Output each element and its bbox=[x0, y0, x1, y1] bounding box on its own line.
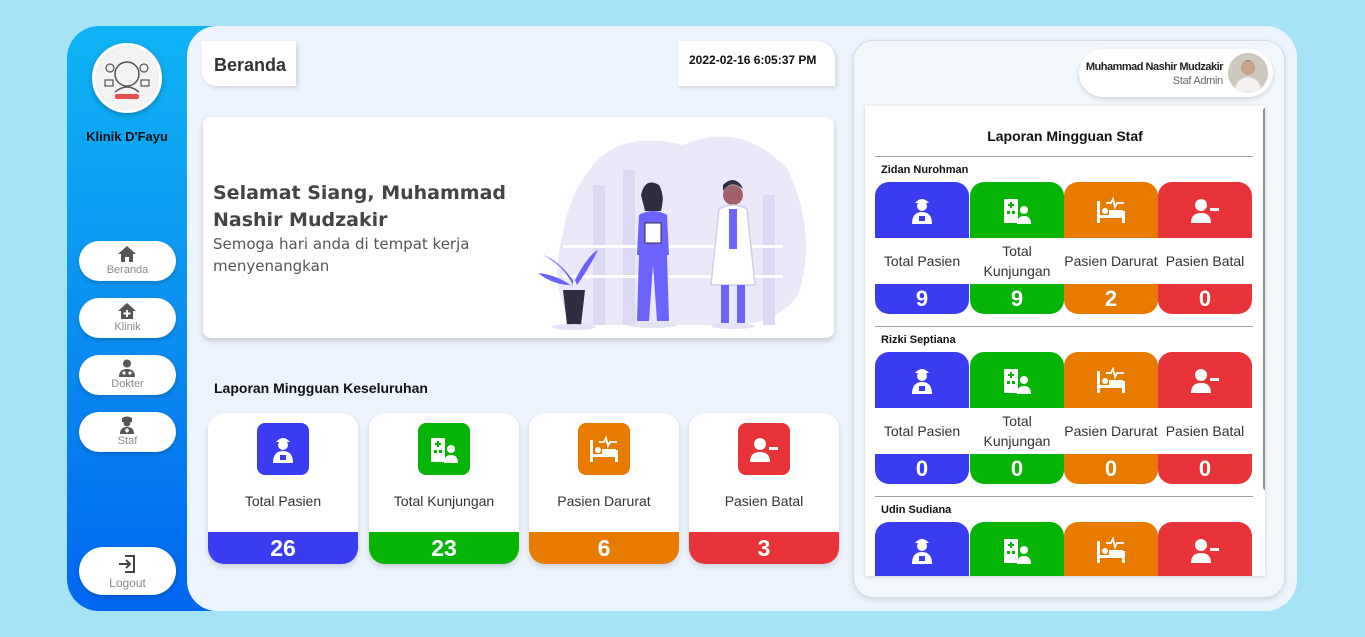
stat-value: 2 bbox=[1064, 284, 1158, 314]
clinic-name: Klinik D'Fayu bbox=[86, 129, 168, 144]
nav-item-label: Staf bbox=[117, 435, 138, 447]
hospital-bed-icon bbox=[1097, 536, 1125, 563]
staff-stat-total-pasien: Total Pasien 9 bbox=[875, 182, 969, 314]
staff-stat-total-kunjungan bbox=[970, 522, 1064, 576]
staff-name: Rizki Septiana bbox=[881, 334, 956, 346]
logout-icon bbox=[119, 555, 135, 573]
stat-value: 9 bbox=[970, 284, 1064, 314]
stat-label: Pasien Batal bbox=[724, 493, 804, 509]
clinic-logo bbox=[92, 43, 162, 113]
hospital-bed-icon bbox=[1097, 366, 1125, 393]
nav-item-dokter[interactable]: Dokter bbox=[79, 355, 176, 395]
stat-value: 0 bbox=[970, 454, 1064, 484]
doctor-icon bbox=[119, 359, 135, 377]
avatar bbox=[1228, 53, 1268, 93]
app-window: Klinik D'Fayu Beranda Klinik Dokter Staf… bbox=[67, 26, 1297, 611]
stat-value: 0 bbox=[1158, 454, 1252, 484]
hospital-visit-icon bbox=[418, 423, 470, 475]
staff-name: Zidan Nurohman bbox=[881, 164, 969, 176]
stat-label: Total Pasien bbox=[875, 238, 969, 284]
staff-stat-pasien-batal bbox=[1158, 522, 1252, 576]
stat-label: Total Kunjungan bbox=[970, 408, 1064, 454]
staff-stat-total-pasien bbox=[875, 522, 969, 576]
staff-stat-pasien-darurat: Pasien Darurat 2 bbox=[1064, 182, 1158, 314]
stat-value: 3 bbox=[689, 532, 839, 564]
stat-label: Pasien Darurat bbox=[1064, 408, 1158, 454]
stat-label: Total Kunjungan bbox=[393, 493, 495, 509]
stat-label: Total Pasien bbox=[244, 493, 322, 509]
clinic-icon bbox=[118, 303, 136, 319]
stat-label: Total Kunjungan bbox=[970, 238, 1064, 284]
scrollbar[interactable] bbox=[1263, 107, 1265, 491]
staff-stat-pasien-darurat: Pasien Darurat 0 bbox=[1064, 352, 1158, 484]
user-minus-icon bbox=[1191, 539, 1219, 563]
user-name: Muhammad Nashir Mudzakir bbox=[1085, 61, 1224, 73]
divider bbox=[875, 326, 1253, 327]
page-title: Beranda bbox=[214, 55, 287, 75]
welcome-banner: Selamat Siang, Muhammad Nashir Mudzakir … bbox=[203, 117, 834, 338]
patient-icon bbox=[912, 539, 932, 564]
stat-value: 6 bbox=[529, 532, 679, 564]
nav-item-label: Klinik bbox=[114, 321, 141, 333]
stat-value: 9 bbox=[875, 284, 969, 314]
logout-button[interactable]: Logout bbox=[79, 547, 176, 595]
divider bbox=[875, 496, 1253, 497]
stat-label: Total Pasien bbox=[875, 408, 969, 454]
nav-item-staf[interactable]: Staf bbox=[79, 412, 176, 452]
hospital-visit-icon bbox=[1004, 539, 1031, 564]
staff-report-panel[interactable]: Laporan Mingguan Staf Zidan Nurohman Tot… bbox=[865, 106, 1265, 576]
stat-value: 0 bbox=[1064, 454, 1158, 484]
welcome-greeting: Selamat Siang, Muhammad Nashir Mudzakir bbox=[213, 182, 506, 231]
staff-name: Udin Sudiana bbox=[881, 504, 952, 516]
stat-card-total-kunjungan: Total Kunjungan 23 bbox=[369, 413, 519, 564]
hospital-visit-icon bbox=[1004, 199, 1031, 224]
medical-staff-illustration bbox=[538, 136, 806, 330]
divider bbox=[875, 156, 1253, 157]
stat-card-pasien-batal: Pasien Batal 3 bbox=[689, 413, 839, 564]
stat-label: Pasien Batal bbox=[1158, 408, 1252, 454]
page-title-box: Beranda bbox=[202, 41, 296, 86]
nav-item-klinik[interactable]: Klinik bbox=[79, 298, 176, 338]
stat-value: 23 bbox=[369, 532, 519, 564]
stat-label: Pasien Batal bbox=[1158, 238, 1252, 284]
staff-stat-pasien-batal: Pasien Batal 0 bbox=[1158, 352, 1252, 484]
stat-label: Pasien Darurat bbox=[1064, 238, 1158, 284]
hospital-bed-icon bbox=[578, 423, 630, 475]
staff-report-title: Laporan Mingguan Staf bbox=[987, 128, 1143, 144]
staff-stat-total-kunjungan: Total Kunjungan 9 bbox=[970, 182, 1064, 314]
welcome-message: Semoga hari anda di tempat kerja menyena… bbox=[213, 235, 470, 275]
hospital-bed-icon bbox=[1097, 196, 1125, 223]
stat-value: 0 bbox=[1158, 284, 1252, 314]
patient-icon bbox=[912, 199, 932, 224]
staff-stat-total-kunjungan: Total Kunjungan 0 bbox=[970, 352, 1064, 484]
nav-item-label: Dokter bbox=[111, 378, 144, 390]
logout-label: Logout bbox=[109, 576, 146, 590]
home-icon bbox=[118, 246, 136, 262]
stat-card-pasien-darurat: Pasien Darurat 6 bbox=[529, 413, 679, 564]
stat-card-total-pasien: Total Pasien 26 bbox=[208, 413, 358, 564]
nurse-icon bbox=[120, 416, 134, 434]
user-minus-icon bbox=[1191, 369, 1219, 393]
datetime: 2022-02-16 6:05:37 PM bbox=[689, 53, 817, 67]
stat-label: Pasien Darurat bbox=[557, 493, 651, 509]
user-role: Staf Admin bbox=[1172, 75, 1224, 87]
nav-item-beranda[interactable]: Beranda bbox=[79, 241, 176, 281]
patient-icon bbox=[257, 423, 309, 475]
overall-report-title: Laporan Mingguan Keseluruhan bbox=[214, 380, 428, 396]
user-minus-icon bbox=[738, 423, 790, 475]
right-panel: Muhammad Nashir Mudzakir Staf Admin Lapo… bbox=[853, 40, 1285, 598]
user-profile[interactable]: Muhammad Nashir Mudzakir Staf Admin bbox=[1079, 49, 1273, 97]
nav-item-label: Beranda bbox=[106, 264, 149, 276]
patient-icon bbox=[912, 369, 932, 394]
user-minus-icon bbox=[1191, 199, 1219, 223]
datetime-box: 2022-02-16 6:05:37 PM bbox=[678, 41, 835, 86]
hospital-visit-icon bbox=[1004, 369, 1031, 394]
stat-value: 0 bbox=[875, 454, 969, 484]
staff-stat-pasien-batal: Pasien Batal 0 bbox=[1158, 182, 1252, 314]
staff-stat-total-pasien: Total Pasien 0 bbox=[875, 352, 969, 484]
stat-value: 26 bbox=[208, 532, 358, 564]
staff-stat-pasien-darurat bbox=[1064, 522, 1158, 576]
